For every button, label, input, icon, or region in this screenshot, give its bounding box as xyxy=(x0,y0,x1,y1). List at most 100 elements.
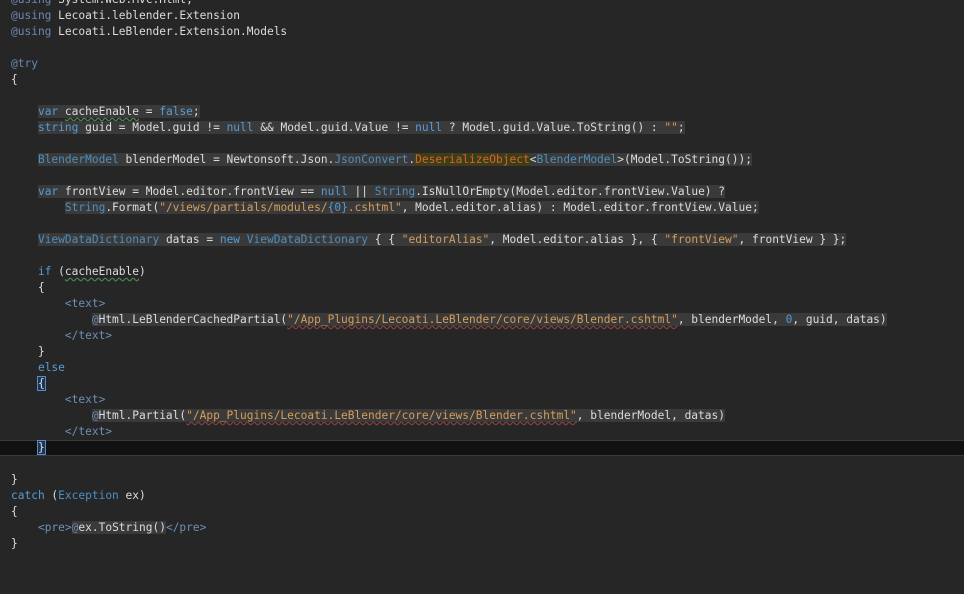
code-line-text: if (cacheEnable) xyxy=(11,264,146,280)
code-line[interactable]: { xyxy=(0,280,964,296)
code-line-text: <pre>@ex.ToString()</pre> xyxy=(11,520,206,536)
code-line-text: } xyxy=(11,344,45,360)
code-line[interactable]: @using Lecoati.leblender.Extension xyxy=(0,8,964,24)
code-line-text: string guid = Model.guid != null && Mode… xyxy=(11,120,685,136)
code-token: System.Web.Mvc.Html; xyxy=(51,0,193,6)
current-code-line[interactable]: } xyxy=(0,440,964,456)
code-token: new xyxy=(219,233,241,246)
code-line[interactable]: { xyxy=(0,504,964,520)
code-line[interactable]: { xyxy=(0,376,964,392)
code-line-text: @Html.LeBlenderCachedPartial("/App_Plugi… xyxy=(11,312,887,328)
code-line[interactable]: @using Lecoati.LeBlender.Extension.Model… xyxy=(0,24,964,40)
code-line[interactable]: ViewDataDictionary datas = new ViewDataD… xyxy=(0,232,964,248)
code-token: && Model.guid.Value != xyxy=(253,121,416,134)
code-line-text: BlenderModel blenderModel = Newtonsoft.J… xyxy=(11,152,752,168)
code-line-text: { xyxy=(11,376,46,392)
code-token: .cshtml" xyxy=(347,201,402,214)
code-line[interactable]: BlenderModel blenderModel = Newtonsoft.J… xyxy=(0,152,964,168)
code-line[interactable]: String.Format("/views/partials/modules/{… xyxy=(0,200,964,216)
code-line-text: var cacheEnable = false; xyxy=(11,104,200,120)
code-token: <text> xyxy=(64,393,106,406)
code-token: <text> xyxy=(64,297,106,310)
code-token: BlenderModel xyxy=(536,153,618,166)
code-token: @ xyxy=(91,313,99,326)
code-line[interactable]: else xyxy=(0,360,964,376)
code-token: var xyxy=(37,185,59,198)
code-line[interactable]: </text> xyxy=(0,328,964,344)
code-token: </pre> xyxy=(165,521,207,534)
code-line[interactable]: @Html.Partial("/App_Plugins/Lecoati.LeBl… xyxy=(0,408,964,424)
code-token: { { xyxy=(368,233,402,246)
code-token: Lecoati.leblender.Extension xyxy=(51,9,241,22)
code-token: { xyxy=(11,281,45,294)
code-line[interactable] xyxy=(0,248,964,264)
code-token: ( xyxy=(44,489,59,502)
code-token: </text> xyxy=(64,329,113,342)
code-token: "/views/partials/modules/ xyxy=(159,201,328,214)
code-line[interactable]: <text> xyxy=(0,392,964,408)
code-line[interactable]: <pre>@ex.ToString()</pre> xyxy=(0,520,964,536)
code-token: DeserializeObject xyxy=(415,153,530,166)
code-line[interactable] xyxy=(0,136,964,152)
code-token: JsonConvert xyxy=(334,153,409,166)
code-line-text: @try xyxy=(11,56,38,72)
code-line[interactable] xyxy=(0,168,964,184)
code-line[interactable]: } xyxy=(0,536,964,552)
code-line[interactable]: @using System.Web.Mvc.Html; xyxy=(0,0,964,8)
code-token: "/App_Plugins/Lecoati.LeBlender/core/vie… xyxy=(186,409,577,422)
code-token: ex) xyxy=(118,489,146,502)
code-line[interactable] xyxy=(0,216,964,232)
code-token: {0} xyxy=(327,201,348,214)
code-token: cacheEnable xyxy=(64,105,140,118)
code-line[interactable]: var frontView = Model.editor.frontView =… xyxy=(0,184,964,200)
code-line-text: else xyxy=(11,360,65,376)
code-line[interactable]: } xyxy=(0,472,964,488)
code-line[interactable] xyxy=(0,88,964,104)
code-token: ? Model.guid.Value.ToString() : xyxy=(442,121,665,134)
code-line[interactable]: catch (Exception ex) xyxy=(0,488,964,504)
code-token: null xyxy=(226,121,254,134)
code-token: null xyxy=(320,185,348,198)
code-token: BlenderModel xyxy=(37,153,119,166)
code-line[interactable]: string guid = Model.guid != null && Mode… xyxy=(0,120,964,136)
code-line[interactable]: </text> xyxy=(0,424,964,440)
code-line-text: </text> xyxy=(11,424,112,440)
code-token: } xyxy=(11,345,45,358)
code-line[interactable]: <text> xyxy=(0,296,964,312)
code-line[interactable]: { xyxy=(0,72,964,88)
code-token: null xyxy=(415,121,443,134)
text-caret xyxy=(44,441,46,455)
code-token: { xyxy=(11,73,18,86)
code-line[interactable] xyxy=(0,456,964,472)
code-token: @using xyxy=(11,9,52,22)
code-token: cacheEnable xyxy=(64,265,140,278)
code-token: guid = Model.guid != xyxy=(78,121,227,134)
code-line[interactable]: if (cacheEnable) xyxy=(0,264,964,280)
code-editor[interactable]: @using System.Web.Mvc.Html;@using Lecoat… xyxy=(0,0,964,594)
code-line[interactable]: @Html.LeBlenderCachedPartial("/App_Plugi… xyxy=(0,312,964,328)
code-token xyxy=(58,105,65,118)
code-token: </text> xyxy=(64,425,113,438)
code-line[interactable]: var cacheEnable = false; xyxy=(0,104,964,120)
code-line-text: ViewDataDictionary datas = new ViewDataD… xyxy=(11,232,847,248)
code-line[interactable]: @try xyxy=(0,56,964,72)
code-token: "" xyxy=(664,121,678,134)
code-token: blenderModel = Newtonsoft.Json. xyxy=(118,153,335,166)
code-line[interactable] xyxy=(0,40,964,56)
code-line[interactable]: } xyxy=(0,344,964,360)
code-token: ex.ToString() xyxy=(78,521,166,534)
code-line-text: @using Lecoati.LeBlender.Extension.Model… xyxy=(11,24,287,40)
code-line-text: } xyxy=(11,440,46,455)
code-line-text: } xyxy=(11,472,18,488)
code-token: String xyxy=(64,201,106,214)
code-token: >(Model.ToString()); xyxy=(617,153,752,166)
